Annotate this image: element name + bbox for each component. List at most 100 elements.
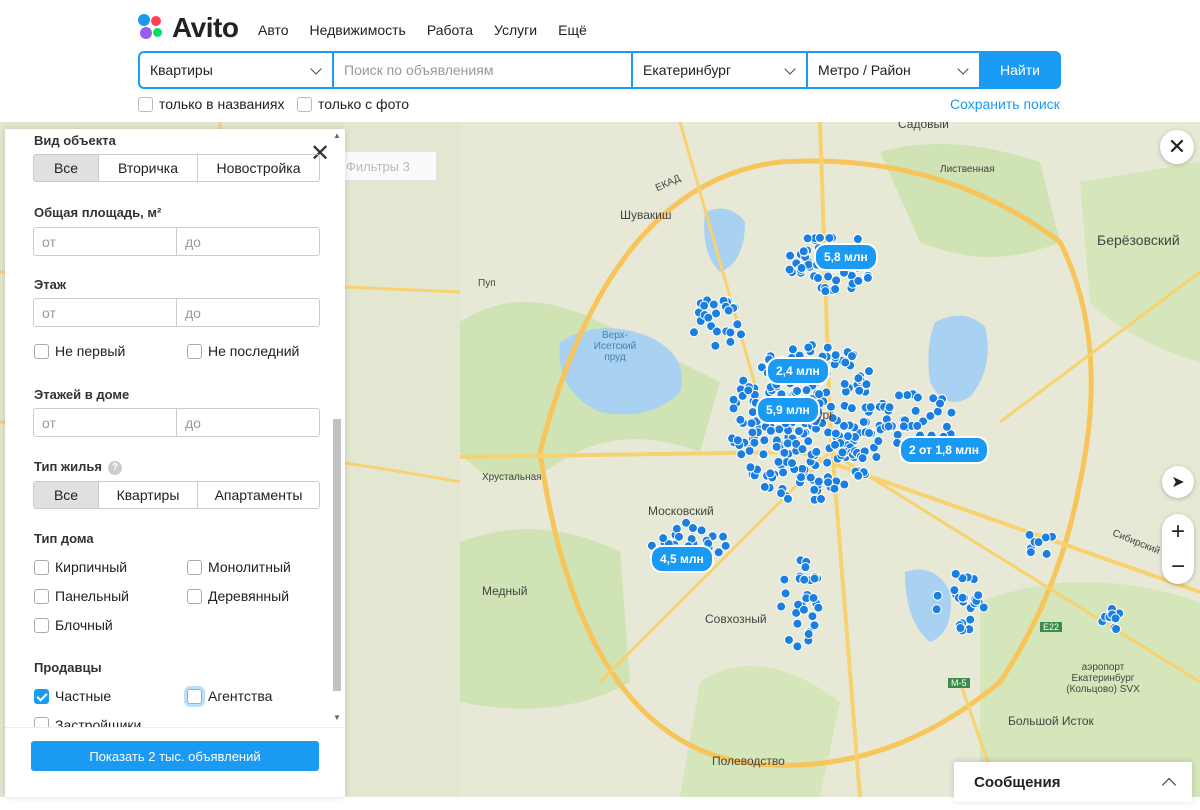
geolocation-button[interactable]: ➤ xyxy=(1162,466,1194,498)
listing-marker[interactable] xyxy=(842,431,853,442)
area-from-input[interactable]: от xyxy=(34,228,177,255)
listing-marker[interactable] xyxy=(658,533,669,544)
listing-marker[interactable] xyxy=(749,437,760,448)
listing-marker[interactable] xyxy=(846,403,857,414)
listing-marker[interactable] xyxy=(782,438,793,449)
listing-marker[interactable] xyxy=(720,540,731,551)
listing-marker[interactable] xyxy=(725,327,736,338)
checkbox-box[interactable] xyxy=(187,688,202,704)
listing-marker[interactable] xyxy=(957,592,968,603)
listing-marker[interactable] xyxy=(941,421,952,432)
only-titles-checkbox[interactable]: только в названиях xyxy=(138,96,284,112)
listing-marker[interactable] xyxy=(830,428,841,439)
listing-marker[interactable] xyxy=(1111,624,1122,635)
listing-marker[interactable] xyxy=(743,385,754,396)
save-search-link[interactable]: Сохранить поиск xyxy=(950,96,1060,112)
listing-marker[interactable] xyxy=(973,590,984,601)
listing-marker[interactable] xyxy=(1033,537,1044,548)
listing-marker[interactable] xyxy=(728,394,739,405)
listing-marker[interactable] xyxy=(816,493,827,504)
listing-marker[interactable] xyxy=(902,390,913,401)
listing-marker[interactable] xyxy=(884,402,895,413)
listing-marker[interactable] xyxy=(732,319,743,330)
listing-marker[interactable] xyxy=(708,299,719,310)
only-photo-checkbox[interactable]: только с фото xyxy=(297,96,409,112)
listing-marker[interactable] xyxy=(792,385,803,396)
listing-marker[interactable] xyxy=(955,623,966,634)
listing-marker[interactable] xyxy=(785,250,796,261)
listing-marker[interactable] xyxy=(746,418,757,429)
price-badge[interactable]: 4,5 млн xyxy=(650,545,714,573)
listing-marker[interactable] xyxy=(759,435,770,446)
listing-marker[interactable] xyxy=(946,407,957,418)
listing-marker[interactable] xyxy=(809,573,820,584)
checkbox-box[interactable] xyxy=(187,588,202,604)
floor-to-input[interactable]: до xyxy=(177,299,319,326)
listing-marker[interactable] xyxy=(1041,548,1052,559)
listing-marker[interactable] xyxy=(893,390,904,401)
filters-toggle-button[interactable]: Фильтры 3 xyxy=(337,151,437,181)
housing-type-flats[interactable]: Квартиры xyxy=(99,482,198,508)
listing-marker[interactable] xyxy=(873,436,884,447)
nav-item-more[interactable]: Ещё xyxy=(558,22,587,38)
metro-select[interactable]: Метро / Район xyxy=(808,53,979,87)
listing-marker[interactable] xyxy=(776,488,787,499)
listing-marker[interactable] xyxy=(803,436,814,447)
filters-scrollbar[interactable]: ▲ ▼ xyxy=(331,129,343,729)
listing-marker[interactable] xyxy=(1025,547,1036,558)
checkbox-box[interactable] xyxy=(34,588,49,604)
sellers-agencies-checkbox[interactable]: Агентства xyxy=(187,688,272,704)
price-badge[interactable]: 2 от 1,8 млн xyxy=(899,436,990,464)
listing-marker[interactable] xyxy=(853,275,864,286)
checkbox-box[interactable] xyxy=(187,343,202,359)
listing-marker[interactable] xyxy=(934,398,945,409)
listing-marker[interactable] xyxy=(758,449,769,460)
listing-marker[interactable] xyxy=(745,462,756,473)
listing-marker[interactable] xyxy=(796,263,807,274)
listing-marker[interactable] xyxy=(912,392,923,403)
listing-marker[interactable] xyxy=(728,403,739,414)
listing-marker[interactable] xyxy=(871,451,882,462)
listing-marker[interactable] xyxy=(1110,613,1121,624)
scrollbar-thumb[interactable] xyxy=(333,419,341,691)
listing-marker[interactable] xyxy=(773,456,784,467)
checkbox-box[interactable] xyxy=(34,559,49,575)
listing-marker[interactable] xyxy=(809,484,820,495)
listing-marker[interactable] xyxy=(718,531,729,542)
checkbox-box[interactable] xyxy=(138,96,153,112)
nav-item-auto[interactable]: Авто xyxy=(258,22,289,38)
category-select[interactable]: Квартиры xyxy=(140,53,332,87)
listing-marker[interactable] xyxy=(744,445,755,456)
listing-marker[interactable] xyxy=(814,389,825,400)
listing-marker[interactable] xyxy=(978,602,989,613)
checkbox-box[interactable] xyxy=(34,688,49,704)
checkbox-box[interactable] xyxy=(34,617,49,633)
house-type-monolith-checkbox[interactable]: Монолитный xyxy=(187,559,291,575)
listing-marker[interactable] xyxy=(831,275,842,286)
house-type-brick-checkbox[interactable]: Кирпичный xyxy=(34,559,127,575)
listing-marker[interactable] xyxy=(803,342,814,353)
listing-marker[interactable] xyxy=(813,602,824,613)
listing-marker[interactable] xyxy=(805,472,816,483)
listing-marker[interactable] xyxy=(822,342,833,353)
listing-marker[interactable] xyxy=(699,300,710,311)
listing-marker[interactable] xyxy=(861,379,872,390)
floors-total-from-input[interactable]: от xyxy=(34,409,177,436)
listing-marker[interactable] xyxy=(713,547,724,558)
listing-marker[interactable] xyxy=(776,601,787,612)
listing-marker[interactable] xyxy=(864,366,875,377)
listing-marker[interactable] xyxy=(725,336,736,347)
house-type-block-checkbox[interactable]: Блочный xyxy=(34,617,113,633)
listing-marker[interactable] xyxy=(950,568,961,579)
area-to-input[interactable]: до xyxy=(177,228,319,255)
listing-marker[interactable] xyxy=(779,447,790,458)
listing-marker[interactable] xyxy=(808,592,819,603)
listing-marker[interactable] xyxy=(932,590,943,601)
listing-marker[interactable] xyxy=(846,351,857,362)
listing-marker[interactable] xyxy=(853,470,864,481)
listing-marker[interactable] xyxy=(820,286,831,297)
listing-marker[interactable] xyxy=(800,562,811,573)
sellers-private-checkbox[interactable]: Частные xyxy=(34,688,111,704)
listing-marker[interactable] xyxy=(812,273,823,284)
checkbox-box[interactable] xyxy=(187,559,202,575)
